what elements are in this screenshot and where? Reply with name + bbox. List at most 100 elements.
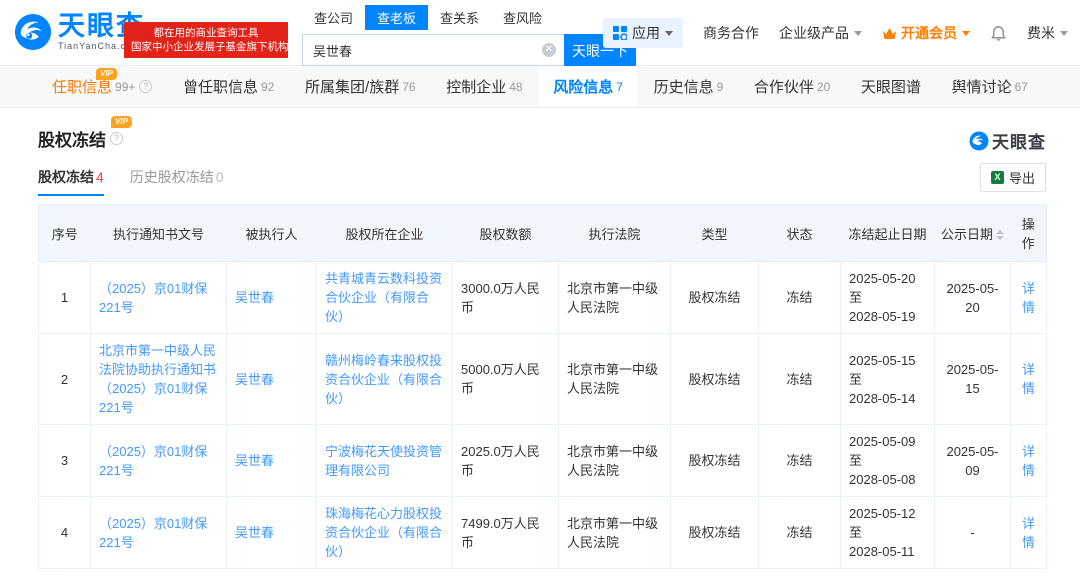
col-court: 执行法院: [559, 205, 671, 262]
action-cell: 详情: [1011, 497, 1047, 569]
notifications-button[interactable]: [990, 25, 1007, 42]
detail-link[interactable]: 详情: [1022, 281, 1035, 315]
serial-cell: 3: [39, 425, 91, 497]
search-tab-risk[interactable]: 查风险: [491, 5, 554, 30]
slogan-line1: 都在用的商业查询工具: [131, 26, 281, 40]
court-cell: 北京市第一中级人民法院: [559, 497, 671, 569]
person-cell: 吴世春: [227, 262, 317, 334]
chevron-down-icon: [854, 31, 862, 36]
company-link[interactable]: 共青城青云数科投资合伙企业（有限合伙）: [325, 271, 442, 324]
top-menu: 应用 商务合作 企业级产品 开通会员: [603, 18, 1068, 48]
tianyancha-page: 天眼查 TianYanCha.com 都在用的商业查询工具 国家中小企业发展子基…: [0, 0, 1080, 569]
person-link[interactable]: 吴世春: [235, 372, 274, 387]
col-publish-date[interactable]: 公示日期: [935, 205, 1011, 262]
search-tab-company[interactable]: 查公司: [302, 5, 365, 30]
export-button[interactable]: X 导出: [980, 163, 1046, 192]
table-header-row: 序号 执行通知书文号 被执行人 股权所在企业 股权数额 执行法院 类型 状态 冻…: [39, 205, 1047, 262]
clear-search-icon[interactable]: ✕: [542, 43, 556, 57]
company-cell: 宁波梅花天使投资管理有限公司: [317, 425, 453, 497]
nav-tab-risk-info[interactable]: 风险信息 7: [539, 66, 637, 107]
type-cell: 股权冻结: [671, 262, 759, 334]
grid-icon: [613, 26, 627, 40]
serial-cell: 4: [39, 497, 91, 569]
table-row: 1 （2025）京01财保221号 吴世春 共青城青云数科投资合伙企业（有限合伙…: [39, 262, 1047, 334]
col-type: 类型: [671, 205, 759, 262]
status-cell: 冻结: [759, 334, 841, 425]
table-row: 2 北京市第一中级人民法院协助执行通知书（2025）京01财保221号 吴世春 …: [39, 334, 1047, 425]
status-cell: 冻结: [759, 425, 841, 497]
col-person: 被执行人: [227, 205, 317, 262]
equity-freeze-table: 序号 执行通知书文号 被执行人 股权所在企业 股权数额 执行法院 类型 状态 冻…: [38, 204, 1047, 569]
col-doc-number: 执行通知书文号: [91, 205, 227, 262]
doc-number-cell: （2025）京01财保221号: [91, 262, 227, 334]
top-header: 天眼查 TianYanCha.com 都在用的商业查询工具 国家中小企业发展子基…: [0, 0, 1080, 66]
help-icon[interactable]: ?: [110, 132, 123, 145]
company-link[interactable]: 赣州梅岭春来股权投资合伙企业（有限合伙）: [325, 353, 442, 406]
person-link[interactable]: 吴世春: [235, 525, 274, 540]
user-menu[interactable]: 费米: [1027, 23, 1068, 43]
nav-tab-history-info[interactable]: 历史信息 9: [640, 66, 738, 107]
username: 费米: [1027, 23, 1055, 43]
nav-tab-former-positions[interactable]: 曾任职信息 92: [169, 66, 288, 107]
status-cell: 冻结: [759, 262, 841, 334]
publish-date-cell: 2025-05-15: [935, 334, 1011, 425]
company-link[interactable]: 宁波梅花天使投资管理有限公司: [325, 444, 442, 478]
doc-number-link[interactable]: （2025）京01财保221号: [99, 516, 207, 550]
search-tab-relation[interactable]: 查关系: [428, 5, 491, 30]
company-link[interactable]: 珠海梅花心力股权投资合伙企业（有限合伙）: [325, 506, 442, 559]
nav-tab-group[interactable]: 所属集团/族群 76: [291, 66, 430, 107]
nav-tab-graph[interactable]: 天眼图谱: [847, 66, 935, 107]
court-cell: 北京市第一中级人民法院: [559, 262, 671, 334]
col-company: 股权所在企业: [317, 205, 453, 262]
serial-cell: 2: [39, 334, 91, 425]
open-vip-menu[interactable]: 开通会员: [882, 23, 970, 43]
detail-link[interactable]: 详情: [1022, 516, 1035, 550]
enterprise-products-menu[interactable]: 企业级产品: [779, 23, 862, 43]
col-amount: 股权数额: [453, 205, 559, 262]
publish-date-cell: 2025-05-20: [935, 262, 1011, 334]
brand-slogan: 都在用的商业查询工具 国家中小企业发展子基金旗下机构: [124, 22, 288, 58]
nav-tab-controlled-companies[interactable]: 控制企业 48: [432, 66, 536, 107]
court-cell: 北京市第一中级人民法院: [559, 425, 671, 497]
col-status: 状态: [759, 205, 841, 262]
amount-cell: 3000.0万人民币: [453, 262, 559, 334]
tianyancha-logo-icon: [14, 13, 52, 51]
chevron-down-icon: [665, 31, 673, 36]
search-tab-boss[interactable]: 查老板: [365, 5, 428, 30]
apps-menu[interactable]: 应用: [603, 18, 683, 48]
nav-tab-partners[interactable]: 合作伙伴 20: [740, 66, 844, 107]
subtab-history-equity-freeze[interactable]: 历史股权冻结0: [130, 167, 224, 196]
col-period: 冻结起止日期: [841, 205, 935, 262]
vip-badge: VIP: [96, 68, 117, 80]
table-row: 4 （2025）京01财保221号 吴世春 珠海梅花心力股权投资合伙企业（有限合…: [39, 497, 1047, 569]
nav-tab-positions[interactable]: VIP 任职信息 99+ ?: [38, 66, 166, 107]
type-cell: 股权冻结: [671, 497, 759, 569]
doc-number-cell: （2025）京01财保221号: [91, 425, 227, 497]
court-cell: 北京市第一中级人民法院: [559, 334, 671, 425]
amount-cell: 2025.0万人民币: [453, 425, 559, 497]
action-cell: 详情: [1011, 334, 1047, 425]
doc-number-link[interactable]: 北京市第一中级人民法院协助执行通知书（2025）京01财保221号: [99, 343, 216, 415]
doc-number-link[interactable]: （2025）京01财保221号: [99, 281, 207, 315]
business-cooperation-link[interactable]: 商务合作: [703, 23, 759, 43]
amount-cell: 7499.0万人民币: [453, 497, 559, 569]
sort-icon[interactable]: [996, 230, 1004, 240]
subtab-equity-freeze[interactable]: 股权冻结4: [38, 167, 104, 196]
apps-label: 应用: [632, 23, 660, 43]
company-cell: 珠海梅花心力股权投资合伙企业（有限合伙）: [317, 497, 453, 569]
amount-cell: 5000.0万人民币: [453, 334, 559, 425]
detail-link[interactable]: 详情: [1022, 444, 1035, 478]
person-link[interactable]: 吴世春: [235, 453, 274, 468]
search-input[interactable]: [302, 34, 564, 66]
period-cell: 2025-05-15 至 2028-05-14: [841, 334, 935, 425]
nav-tab-public-opinion[interactable]: 舆情讨论 67: [938, 66, 1042, 107]
search-area: 查公司 查老板 查关系 查风险 ✕ 天眼一下: [302, 5, 636, 68]
doc-number-cell: （2025）京01财保221号: [91, 497, 227, 569]
help-icon[interactable]: ?: [139, 80, 152, 93]
doc-number-link[interactable]: （2025）京01财保221号: [99, 444, 207, 478]
crown-icon: [882, 27, 897, 40]
person-cell: 吴世春: [227, 334, 317, 425]
detail-link[interactable]: 详情: [1022, 362, 1035, 396]
status-cell: 冻结: [759, 497, 841, 569]
person-link[interactable]: 吴世春: [235, 290, 274, 305]
